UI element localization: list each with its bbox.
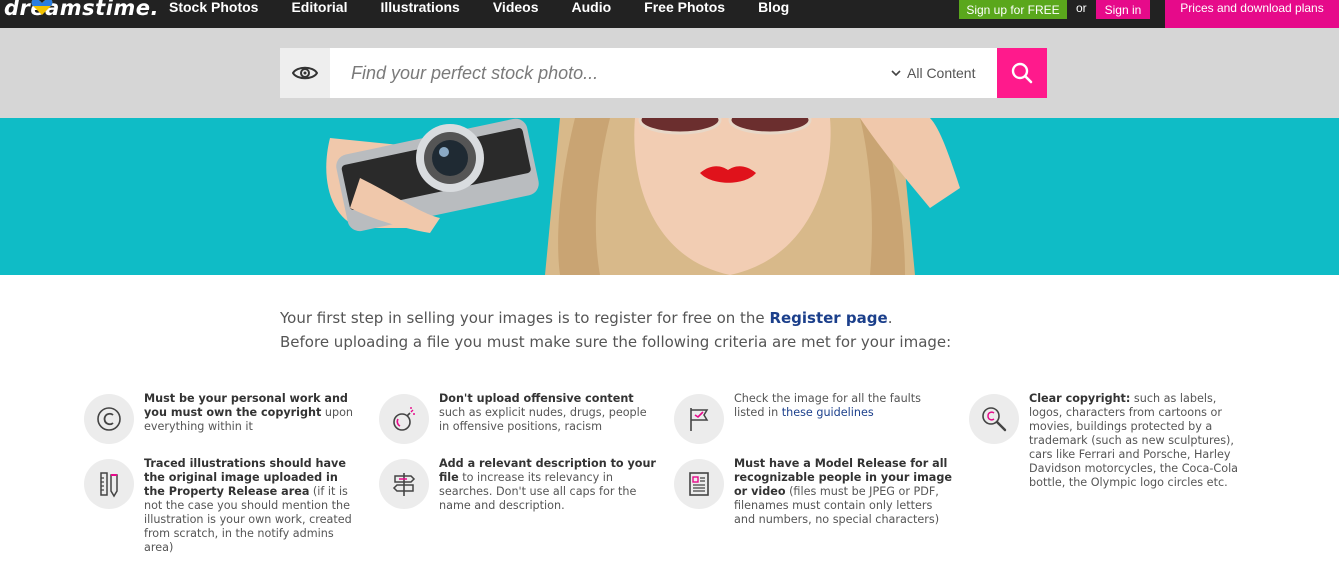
register-page-link[interactable]: Register page: [769, 309, 887, 327]
search-button[interactable]: [997, 48, 1047, 98]
nav-blog[interactable]: Blog: [758, 0, 789, 15]
top-navigation-bar: dreamstime. Stock Photos Editorial Illus…: [0, 0, 1339, 28]
criteria-text: Clear copyright: such as labels, logos, …: [1029, 392, 1239, 489]
intro-line-2: Before uploading a file you must make su…: [280, 333, 952, 351]
signpost-icon: [379, 459, 429, 509]
pencil-ruler-icon: [84, 459, 134, 509]
magnifier-copyright-icon: [969, 394, 1019, 444]
logo-text: dreamstime.: [4, 0, 160, 20]
document-icon: [674, 459, 724, 509]
or-text: or: [1076, 1, 1087, 15]
criteria-text: Traced illustrations should have the ori…: [144, 457, 352, 554]
intro-line-1: Your first step in selling your images i…: [280, 306, 1080, 330]
signup-button[interactable]: Sign up for FREE: [959, 0, 1067, 19]
criteria-text: Add a relevant description to your file …: [439, 457, 656, 512]
search-icon: [1011, 62, 1033, 84]
hero-banner-image: [0, 118, 1339, 275]
search-input[interactable]: [330, 48, 886, 98]
heart-logo-icon: [31, 0, 53, 15]
content-filter-dropdown[interactable]: All Content: [886, 48, 997, 98]
dreamstime-logo[interactable]: dreamstime.: [4, 0, 159, 20]
nav-stock-photos[interactable]: Stock Photos: [169, 0, 258, 15]
flag-icon: [674, 394, 724, 444]
intro-text: Your first step in selling your images i…: [280, 306, 1080, 354]
intro-line-1-text: Your first step in selling your images i…: [280, 309, 770, 327]
nav-editorial[interactable]: Editorial: [291, 0, 347, 15]
criteria-text: Must have a Model Release for all recogn…: [734, 457, 952, 526]
nav-audio[interactable]: Audio: [572, 0, 612, 15]
criteria-text: Must be your personal work and you must …: [144, 392, 354, 433]
copyright-icon: [84, 394, 134, 444]
prices-button[interactable]: Prices and download plans: [1165, 0, 1339, 28]
filter-label: All Content: [907, 65, 976, 81]
guidelines-link[interactable]: these guidelines: [782, 406, 874, 419]
nav-illustrations[interactable]: Illustrations: [380, 0, 459, 15]
criteria-text: Don't upload offensive content such as e…: [439, 392, 647, 433]
intro-line-1-period: .: [887, 309, 893, 327]
search-band: All Content: [0, 28, 1339, 118]
signin-button[interactable]: Sign in: [1096, 0, 1150, 19]
nav-free-photos[interactable]: Free Photos: [644, 0, 725, 15]
main-nav: Stock Photos Editorial Illustrations Vid…: [169, 0, 822, 15]
criteria-text: Check the image for all the faults liste…: [734, 392, 921, 419]
bomb-icon: [379, 394, 429, 444]
chevron-down-icon: [891, 70, 901, 77]
eye-icon[interactable]: [280, 48, 330, 98]
nav-videos[interactable]: Videos: [493, 0, 539, 15]
